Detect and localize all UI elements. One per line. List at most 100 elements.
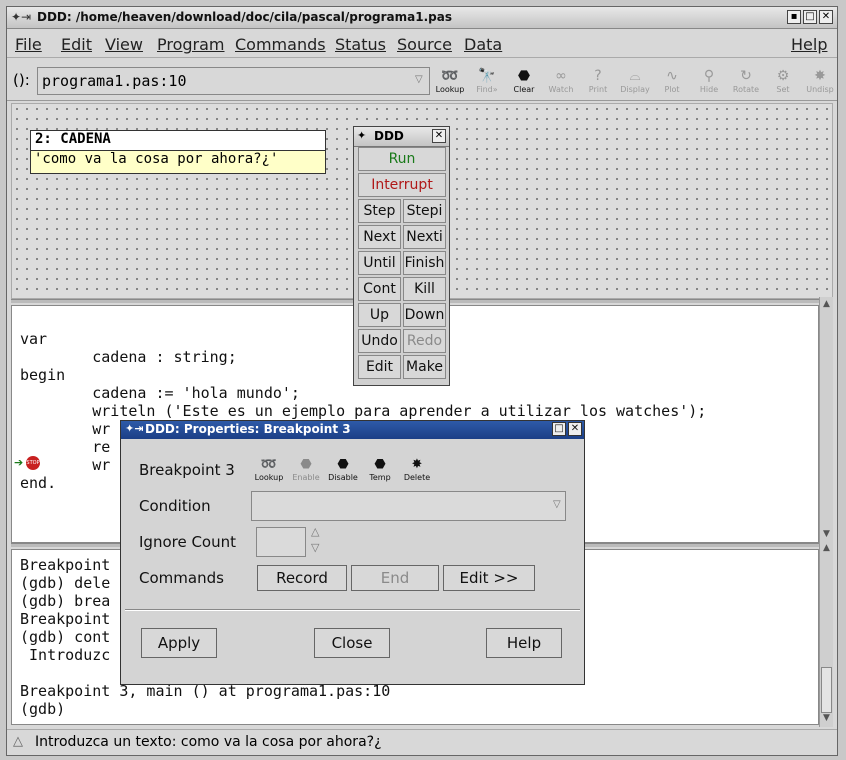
record-button[interactable]: Record <box>257 565 347 591</box>
help-button[interactable]: Help <box>486 628 562 658</box>
display-header[interactable]: 2: CADENA <box>31 131 325 151</box>
edit-commands-button[interactable]: Edit >> <box>443 565 535 591</box>
source-line[interactable]: cadena := 'hola mundo'; <box>20 384 300 402</box>
condition-dropdown-icon[interactable]: ▽ <box>553 499 561 510</box>
ignore-count-input[interactable] <box>256 527 306 557</box>
console-line[interactable]: (gdb) cont <box>20 628 110 646</box>
console-scroll-down-icon[interactable]: ▼ <box>821 713 832 724</box>
cont-button[interactable]: Cont <box>358 277 401 301</box>
title-bar[interactable]: ✦⇥ DDD: /home/heaven/download/doc/cila/p… <box>7 7 837 29</box>
console-line[interactable]: (gdb) brea <box>20 592 110 610</box>
scroll-down-icon[interactable]: ▼ <box>821 529 832 540</box>
console-line[interactable]: Introduzc <box>20 646 110 664</box>
source-line[interactable]: writeln ('Este es un ejemplo para aprend… <box>20 402 706 420</box>
undo-button[interactable]: Undo <box>358 329 401 353</box>
scroll-up-icon[interactable]: ▲ <box>821 299 832 310</box>
stop-sign-icon[interactable]: STOP <box>26 456 40 470</box>
bp-lookup-button[interactable]: ➿ Lookup <box>249 457 289 482</box>
next-button[interactable]: Next <box>358 225 401 249</box>
menu-commands[interactable]: Commands <box>235 35 326 54</box>
make-button[interactable]: Make <box>403 355 446 379</box>
stepi-button[interactable]: Stepi <box>403 199 446 223</box>
tool-set-button[interactable]: ⚙ Set <box>764 67 802 99</box>
menu-help[interactable]: Help <box>791 35 827 54</box>
command-tool-titlebar[interactable]: ✦ DDD ✕ <box>354 127 449 147</box>
set-icon: ⚙ <box>776 68 790 84</box>
tool-hide-button[interactable]: ⚲ Hide <box>690 67 728 99</box>
menu-data-label: Data <box>464 35 503 54</box>
close-button[interactable]: ✕ <box>819 10 833 24</box>
source-scrollbar[interactable]: ▲ ▼ <box>819 297 833 543</box>
step-button[interactable]: Step <box>358 199 401 223</box>
down-button[interactable]: Down <box>403 303 446 327</box>
menu-program[interactable]: Program <box>157 35 225 54</box>
bp-enable-button[interactable]: ⬣ Enable <box>286 457 326 482</box>
display-value[interactable]: 'como va la cosa por ahora?¿' <box>31 151 325 173</box>
properties-titlebar[interactable]: ✦⇥ DDD: Properties: Breakpoint 3 □ ✕ <box>121 421 584 439</box>
argument-input[interactable]: programa1.pas:10 <box>37 67 430 95</box>
console-scrollbar[interactable]: ▲ ▼ <box>819 541 833 727</box>
menu-source[interactable]: Source <box>397 35 452 54</box>
source-line[interactable]: end. <box>20 474 56 492</box>
temp-icon: ⬣ <box>374 457 386 472</box>
menu-program-label: Program <box>157 35 225 54</box>
source-line[interactable]: cadena : string; <box>20 348 237 366</box>
status-text: Introduzca un texto: como va la cosa por… <box>35 734 382 750</box>
run-button[interactable]: Run <box>358 147 446 171</box>
interrupt-button[interactable]: Interrupt <box>358 173 446 197</box>
close-dialog-button[interactable]: Close <box>314 628 390 658</box>
menu-file[interactable]: File <box>15 35 42 54</box>
tool-label: Undisp <box>806 85 834 94</box>
tool-display-button[interactable]: ⌓ Display <box>616 67 654 99</box>
menu-data[interactable]: Data <box>464 35 502 54</box>
argument-dropdown-icon[interactable]: ▽ <box>415 74 423 85</box>
properties-close-button[interactable]: ✕ <box>568 422 582 436</box>
tool-print-button[interactable]: ? Print <box>579 67 617 99</box>
menu-edit[interactable]: Edit <box>61 35 92 54</box>
console-scroll-up-icon[interactable]: ▲ <box>821 543 832 554</box>
source-line[interactable]: wr <box>20 420 110 438</box>
source-line[interactable]: var <box>20 330 47 348</box>
console-line[interactable]: Breakpoint <box>20 556 110 574</box>
maximize-button[interactable]: □ <box>803 10 817 24</box>
ignore-up-icon[interactable]: △ <box>311 525 319 538</box>
bp-delete-button[interactable]: ✸ Delete <box>397 457 437 482</box>
console-scroll-thumb[interactable] <box>821 667 832 713</box>
kill-button[interactable]: Kill <box>403 277 446 301</box>
tool-clear-button[interactable]: ⬣ Clear <box>505 67 543 99</box>
ignore-down-icon[interactable]: ▽ <box>311 541 319 554</box>
source-line[interactable]: re <box>20 438 110 456</box>
condition-input[interactable] <box>251 491 566 521</box>
nexti-button[interactable]: Nexti <box>403 225 446 249</box>
properties-window-icon[interactable]: ✦⇥ <box>125 422 143 435</box>
console-line[interactable]: (gdb) <box>20 700 65 718</box>
up-button[interactable]: Up <box>358 303 401 327</box>
tool-plot-button[interactable]: ∿ Plot <box>653 67 691 99</box>
edit-button[interactable]: Edit <box>358 355 401 379</box>
finish-button[interactable]: Finish <box>403 251 446 275</box>
tool-lookup-button[interactable]: ➿ Lookup <box>431 67 469 99</box>
bp-disable-button[interactable]: ⬣ Disable <box>323 457 363 482</box>
command-tool-close-button[interactable]: ✕ <box>432 129 446 143</box>
until-button[interactable]: Until <box>358 251 401 275</box>
undisp-icon: ✸ <box>814 68 826 84</box>
menu-view[interactable]: View <box>105 35 143 54</box>
redo-button[interactable]: Redo <box>403 329 446 353</box>
display-cadena[interactable]: 2: CADENA 'como va la cosa por ahora?¿' <box>30 130 326 174</box>
properties-maximize-button[interactable]: □ <box>552 422 566 436</box>
window-menu-icon[interactable]: ✦⇥ <box>11 10 31 24</box>
tool-undisp-button[interactable]: ✸ Undisp <box>801 67 839 99</box>
console-line[interactable]: Breakpoint <box>20 610 110 628</box>
source-line[interactable]: begin <box>20 366 65 384</box>
apply-button[interactable]: Apply <box>141 628 217 658</box>
end-button[interactable]: End <box>351 565 439 591</box>
tool-find-button[interactable]: 🔭 Find» <box>468 67 506 99</box>
tool-watch-button[interactable]: ∞ Watch <box>542 67 580 99</box>
menu-status[interactable]: Status <box>335 35 386 54</box>
status-triangle-icon[interactable]: △ <box>13 734 23 749</box>
find-icon: 🔭 <box>478 68 496 84</box>
minimize-button[interactable]: ▪ <box>787 10 801 24</box>
console-line[interactable]: (gdb) dele <box>20 574 110 592</box>
tool-rotate-button[interactable]: ↻ Rotate <box>727 67 765 99</box>
bp-temp-button[interactable]: ⬣ Temp <box>360 457 400 482</box>
